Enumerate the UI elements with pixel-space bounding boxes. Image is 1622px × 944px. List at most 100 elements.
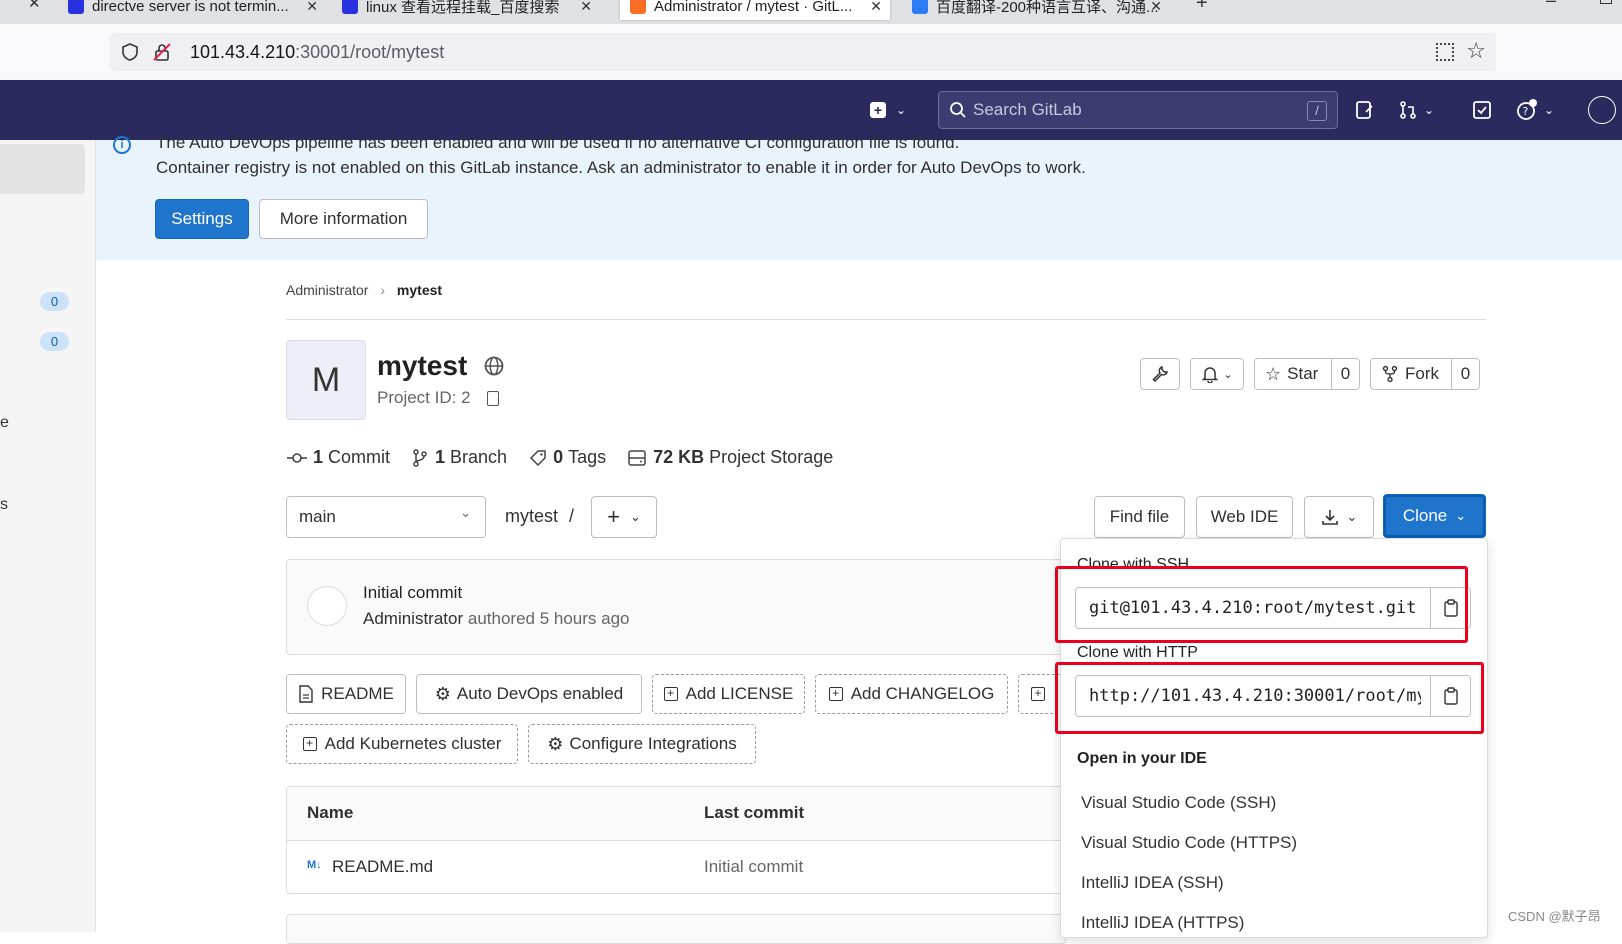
minimize-icon[interactable]: –: [1546, 0, 1556, 11]
fork-button[interactable]: Fork 0: [1370, 358, 1480, 390]
settings-gear-icon: ⚙: [547, 733, 564, 754]
issues-button[interactable]: [1354, 80, 1374, 140]
watermark: CSDN @默子昂: [1508, 909, 1601, 924]
repo-path: mytest /: [505, 506, 575, 526]
last-commit-box: Initial commit Administrator authored 5 …: [286, 559, 1066, 655]
file-last-commit-link[interactable]: Initial commit: [704, 857, 803, 877]
merge-requests-dropdown[interactable]: ⌄: [1398, 80, 1434, 140]
tags-link[interactable]: 0 Tags: [529, 447, 606, 468]
user-avatar-icon: [1588, 96, 1616, 124]
create-new-dropdown[interactable]: + ⌄: [870, 80, 906, 140]
chevron-down-icon: ⌄: [629, 509, 641, 524]
browser-tab-3-active[interactable]: Administrator / mytest · GitL... ✕: [620, 0, 890, 20]
chevron-right-icon: ›: [380, 282, 386, 298]
clone-dropdown-button[interactable]: Clone ⌄: [1383, 494, 1486, 538]
open-vscode-ssh-item[interactable]: Visual Studio Code (SSH): [1081, 793, 1276, 813]
storage-link[interactable]: 72 KB Project Storage: [628, 447, 833, 468]
star-button[interactable]: ☆ Star 0: [1254, 358, 1360, 390]
url-text: 101.43.4.210:30001/root/mytest: [190, 41, 445, 62]
sidebar-count-badge: 0: [40, 292, 69, 311]
open-in-ide-header: Open in your IDE: [1077, 750, 1207, 767]
qr-code-icon[interactable]: [1436, 43, 1454, 61]
add-kubernetes-cluster-button[interactable]: + Add Kubernetes cluster: [286, 724, 518, 764]
star-count[interactable]: 0: [1331, 359, 1359, 389]
search-input[interactable]: Search GitLab /: [938, 91, 1338, 129]
todo-check-icon: [1473, 101, 1491, 119]
commits-link[interactable]: 1 Commit: [286, 447, 390, 468]
configure-integrations-button[interactable]: ⚙ Configure Integrations: [528, 724, 756, 764]
baidu-icon: [342, 0, 358, 14]
gitlab-icon: [630, 0, 646, 14]
chevron-down-icon: ⌄: [1223, 368, 1233, 381]
plus-square-icon: +: [870, 102, 886, 118]
help-dropdown[interactable]: ? ⌄: [1516, 80, 1554, 140]
chevron-down-icon: ⌄: [460, 505, 471, 520]
tab-close-icon[interactable]: ✕: [870, 0, 882, 15]
highlight-http-box: [1055, 662, 1484, 734]
highlight-ssh-box: [1055, 566, 1468, 643]
download-dropdown[interactable]: ⌄: [1304, 496, 1374, 538]
table-row[interactable]: M↓ README.md Initial commit: [287, 841, 1065, 893]
find-file-button[interactable]: Find file: [1094, 496, 1185, 538]
sidebar-truncated-label: e: [0, 414, 9, 431]
new-tab-icon[interactable]: +: [1196, 0, 1208, 15]
browser-tab-1[interactable]: directve server is not termin... ✕: [68, 0, 318, 20]
url-field[interactable]: 101.43.4.210:30001/root/mytest ☆: [110, 33, 1496, 71]
project-id: Project ID: 2: [377, 388, 500, 408]
copy-clipboard-icon[interactable]: [487, 391, 500, 406]
star-icon: ☆: [1265, 363, 1282, 384]
commit-author-link[interactable]: Administrator: [363, 609, 463, 628]
chevron-down-icon: ⌄: [896, 103, 907, 117]
column-header-name: Name: [307, 803, 354, 822]
tab-close-icon[interactable]: ✕: [1150, 0, 1162, 15]
info-icon: i: [113, 136, 131, 154]
clone-http-label: Clone with HTTP: [1077, 644, 1198, 661]
add-changelog-button[interactable]: + Add CHANGELOG: [815, 674, 1008, 714]
commit-author-avatar: [307, 586, 347, 626]
maximize-icon[interactable]: [1600, 0, 1612, 4]
commit-title-link[interactable]: Initial commit: [363, 583, 462, 603]
browser-tab-2[interactable]: linux 查看远程挂载_百度搜索 ✕: [342, 0, 592, 20]
todos-button[interactable]: [1472, 80, 1492, 140]
plus-square-icon: +: [663, 687, 678, 701]
file-name-link[interactable]: README.md: [332, 857, 433, 877]
breadcrumb-parent-link[interactable]: Administrator: [286, 282, 368, 298]
svg-text:?: ?: [1523, 105, 1529, 118]
auto-devops-enabled-button[interactable]: ⚙ Auto DevOps enabled: [416, 674, 642, 714]
settings-gear-icon: ⚙: [434, 683, 451, 704]
browser-tab-4[interactable]: 百度翻译-200种语言互译、沟通... ✕: [912, 0, 1162, 20]
settings-button[interactable]: Settings: [155, 199, 249, 239]
more-information-button[interactable]: More information: [259, 199, 428, 239]
project-settings-wrench-button[interactable]: [1140, 358, 1180, 390]
star-bookmark-icon[interactable]: ☆: [1466, 38, 1486, 64]
markdown-file-icon: M↓: [307, 859, 322, 871]
branches-link[interactable]: 1 Branch: [412, 447, 507, 468]
plus-square-icon: +: [828, 687, 843, 701]
sidebar-active-item[interactable]: [0, 144, 85, 194]
tab-close-icon[interactable]: ✕: [580, 0, 592, 15]
chevron-down-icon: ⌄: [1455, 508, 1467, 523]
tab-close-icon[interactable]: ✕: [28, 0, 41, 12]
wrench-icon: [1152, 365, 1169, 383]
breadcrumb: Administrator › mytest: [286, 282, 442, 298]
globe-public-icon: [484, 356, 504, 376]
repo-path-root-link[interactable]: mytest: [505, 506, 558, 526]
add-to-tree-dropdown[interactable]: + ⌄: [591, 496, 657, 538]
tab-close-icon[interactable]: ✕: [306, 0, 318, 15]
open-vscode-https-item[interactable]: Visual Studio Code (HTTPS): [1081, 833, 1297, 853]
web-ide-button[interactable]: Web IDE: [1196, 496, 1293, 538]
notification-dropdown[interactable]: ⌄: [1190, 358, 1244, 390]
plus-square-icon: +: [302, 737, 317, 751]
branch-selector[interactable]: main ⌄: [286, 496, 486, 538]
user-avatar-menu[interactable]: [1588, 80, 1616, 140]
open-intellij-ssh-item[interactable]: IntelliJ IDEA (SSH): [1081, 873, 1224, 893]
fork-count[interactable]: 0: [1451, 359, 1479, 389]
download-icon: [1321, 510, 1338, 525]
search-icon: [950, 102, 966, 118]
shield-icon: [122, 43, 138, 61]
readme-button[interactable]: README: [286, 674, 406, 714]
breadcrumb-current-link[interactable]: mytest: [397, 282, 442, 298]
readme-box-partial: [286, 914, 1066, 944]
open-intellij-https-item[interactable]: IntelliJ IDEA (HTTPS): [1081, 913, 1244, 933]
add-license-button[interactable]: + Add LICENSE: [652, 674, 805, 714]
